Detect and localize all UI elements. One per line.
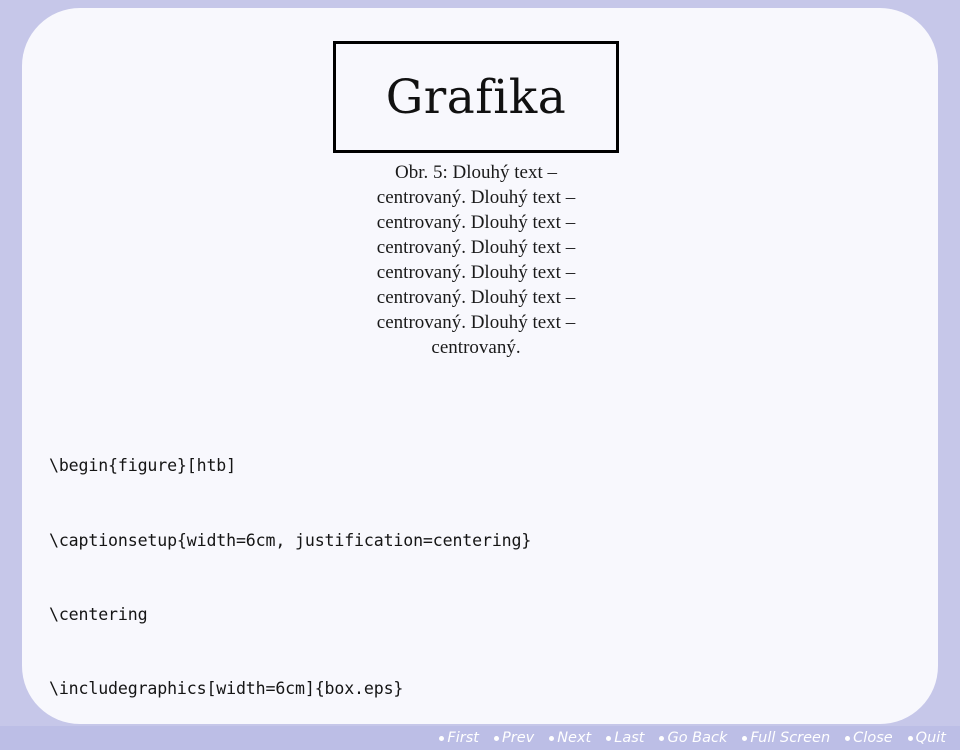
nav-button-go-back[interactable]: Go Back [659,731,727,746]
code-line: \centering [49,604,148,624]
nav-button-last[interactable]: Last [606,731,644,746]
nav-label: First [447,729,479,746]
figure-title-text: Grafika [385,69,567,125]
nav-button-next[interactable]: Next [549,731,591,746]
nav-label: Last [614,729,645,746]
code-line: \includegraphics[width=6cm]{box.eps} [49,678,404,698]
bullet-icon [606,735,612,741]
code-line: \begin{figure}[htb] [49,456,236,476]
latex-source-block: \begin{figure}[htb] \captionsetup{width=… [49,405,929,724]
nav-label: Prev [501,729,535,746]
bullet-icon [659,735,665,741]
caption-line: centrovaný. Dlouhý text – [376,312,576,333]
slide-panel: Grafika Obr. 5: Dlouhý text – centrovaný… [22,8,938,724]
caption-line: Obr. 5: Dlouhý text – [394,162,558,183]
nav-label: Close [853,729,893,746]
nav-label: Next [557,729,592,746]
slide-content: Grafika Obr. 5: Dlouhý text – centrovaný… [22,8,938,724]
figure-caption: Obr. 5: Dlouhý text – centrovaný. Dlouhý… [333,160,619,360]
nav-button-quit[interactable]: Quit [907,729,946,746]
nav-label: Quit [915,729,946,746]
caption-line: centrovaný. Dlouhý text – [376,237,576,258]
nav-button-first[interactable]: First [439,731,479,746]
caption-line: centrovaný. Dlouhý text – [376,287,576,308]
nav-button-prev[interactable]: Prev [493,729,535,746]
caption-line: centrovaný. [431,337,521,358]
caption-line: centrovaný. Dlouhý text – [376,262,576,283]
code-line: \captionsetup{width=6cm, justification=c… [49,530,532,550]
bullet-icon [742,735,748,741]
caption-line: centrovaný. Dlouhý text – [376,212,576,233]
presentation-slide: Grafika Obr. 5: Dlouhý text – centrovaný… [0,0,960,750]
nav-button-full-screen[interactable]: Full Screen [742,731,830,746]
bullet-icon [493,735,499,741]
nav-label: Go Back [667,729,728,746]
bullet-icon [845,735,851,741]
caption-line: centrovaný. Dlouhý text – [376,187,576,208]
bullet-icon [907,735,913,741]
nav-label: Full Screen [750,729,831,746]
bullet-icon [549,735,555,741]
figure-graphic-box: Grafika [333,41,619,153]
nav-button-close[interactable]: Close [845,731,893,746]
bullet-icon [439,735,445,741]
navigation-bar: First Prev Next Last Go Back Full Screen… [0,726,960,750]
